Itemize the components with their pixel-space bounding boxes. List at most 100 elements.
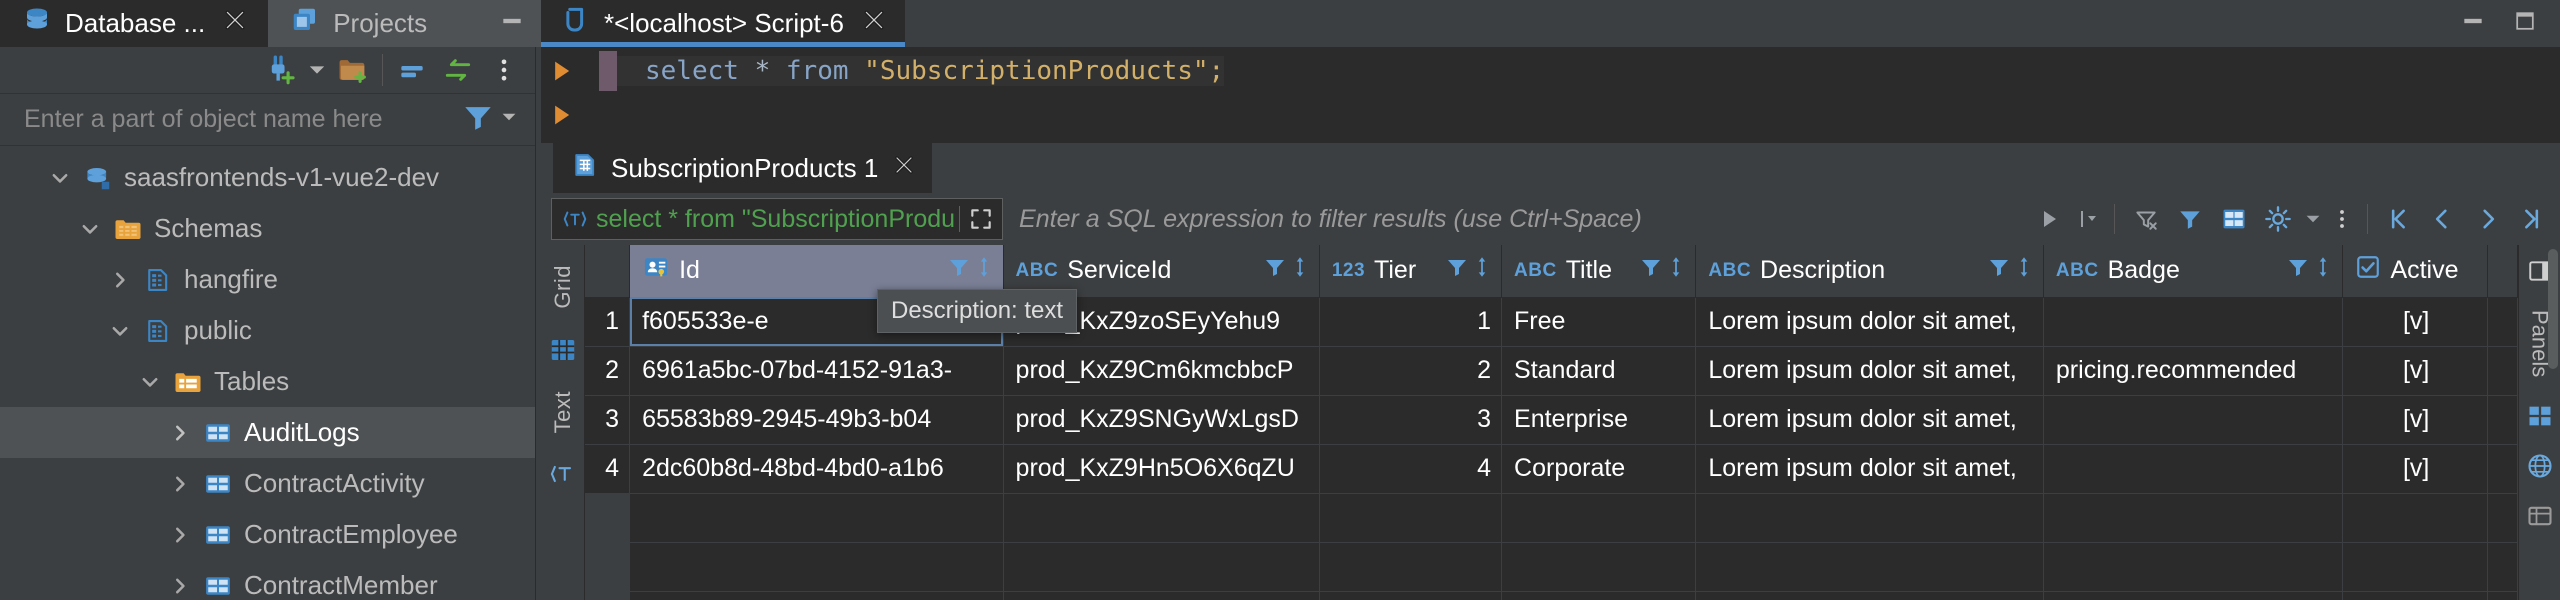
- tree-item-contractemployee[interactable]: ContractEmployee: [0, 509, 535, 560]
- search-input[interactable]: [24, 105, 461, 134]
- table-row[interactable]: 2 6961a5bc-07bd-4152-91a3- prod_KxZ9Cm6k…: [585, 346, 2518, 396]
- chevron-right-icon[interactable]: [168, 472, 192, 496]
- datasource-dropdown-icon[interactable]: [304, 50, 330, 90]
- cell-description[interactable]: Lorem ipsum dolor sit amet,: [1695, 444, 2044, 494]
- chevron-right-icon[interactable]: [108, 268, 132, 292]
- sort-icon[interactable]: [2015, 254, 2033, 287]
- column-filter-sort-controls[interactable]: [1263, 254, 1309, 287]
- cell-active[interactable]: [v]: [2342, 395, 2488, 445]
- tree-item-auditlogs[interactable]: AuditLogs: [0, 407, 535, 458]
- sync-icon[interactable]: [435, 50, 481, 90]
- cell-serviceid[interactable]: prod_KxZ9Hn5O6X6qZU: [1003, 444, 1320, 494]
- view-tab-text[interactable]: Text: [550, 377, 576, 447]
- column-header-overflow[interactable]: [2487, 245, 2518, 298]
- cell-title[interactable]: Free: [1501, 297, 1697, 347]
- tree-item-public[interactable]: public: [0, 305, 535, 356]
- table-row[interactable]: 1 f605533e-e prod_KxZ9zoSEyYehu9 1 Free …: [585, 297, 2518, 347]
- column-filter-sort-controls[interactable]: [1639, 254, 1685, 287]
- chevron-down-icon[interactable]: [501, 109, 517, 130]
- tree-item-contractmember[interactable]: ContractMember: [0, 560, 535, 600]
- cell-tier[interactable]: 2: [1319, 346, 1503, 396]
- column-header-badge[interactable]: ABC Badge: [2043, 245, 2344, 298]
- maximize-button[interactable]: [2512, 8, 2538, 39]
- column-header-tier[interactable]: 123 Tier: [1319, 245, 1503, 298]
- expand-editor-icon[interactable]: [959, 206, 1002, 232]
- filter-icon[interactable]: [2286, 255, 2310, 286]
- grid-vertical-scrollbar[interactable]: [2546, 245, 2560, 600]
- more-icon[interactable]: [2327, 198, 2357, 240]
- column-header-description[interactable]: ABC Description: [1695, 245, 2044, 298]
- chevron-down-icon[interactable]: [78, 217, 102, 241]
- prev-page-icon[interactable]: [2422, 198, 2464, 240]
- cell-id[interactable]: 2dc60b8d-48bd-4bd0-a1b6: [629, 444, 1004, 494]
- chevron-right-icon[interactable]: [168, 523, 192, 547]
- filter-icon[interactable]: [1987, 255, 2011, 286]
- minimize-button[interactable]: [499, 8, 525, 39]
- cell-tier[interactable]: 4: [1319, 444, 1503, 494]
- cell-badge[interactable]: [2043, 395, 2344, 445]
- filter-expression-field[interactable]: [1003, 198, 2022, 240]
- table-row[interactable]: 3 65583b89-2945-49b3-b04 prod_KxZ9SNGyWx…: [585, 395, 2518, 445]
- filter-icon[interactable]: [1639, 255, 1663, 286]
- cell-tier[interactable]: 3: [1319, 395, 1503, 445]
- view-tab-grid[interactable]: Grid: [550, 251, 576, 323]
- first-page-icon[interactable]: [2378, 198, 2420, 240]
- sort-icon[interactable]: [975, 254, 993, 287]
- column-header-active[interactable]: Active: [2342, 245, 2488, 298]
- text-view-icon[interactable]: [546, 457, 580, 491]
- chevron-down-icon[interactable]: [2301, 198, 2325, 240]
- sort-icon[interactable]: [1291, 254, 1309, 287]
- chevron-down-icon[interactable]: [138, 370, 162, 394]
- tab-projects[interactable]: Projects: [268, 0, 448, 47]
- new-datasource-icon[interactable]: [258, 50, 304, 90]
- run-options-dropdown-icon[interactable]: [2072, 198, 2104, 240]
- tree-item-tables[interactable]: Tables: [0, 356, 535, 407]
- results-grid[interactable]: Id ABC ServiceId 123 Tier ABC Title ABC …: [585, 245, 2518, 600]
- collapse-all-icon[interactable]: [389, 50, 435, 90]
- cell-badge[interactable]: pricing.recommended: [2043, 346, 2344, 396]
- sort-icon[interactable]: [1667, 254, 1685, 287]
- cell-serviceid[interactable]: prod_KxZ9Cm6kmcbbcP: [1003, 346, 1320, 396]
- cell-tier[interactable]: 1: [1319, 297, 1503, 347]
- grid-view-icon[interactable]: [546, 333, 580, 367]
- cell-badge[interactable]: [2043, 444, 2344, 494]
- cell-title[interactable]: Enterprise: [1501, 395, 1697, 445]
- page-settings-icon[interactable]: [2257, 198, 2299, 240]
- filter-icon[interactable]: [461, 100, 495, 139]
- filter-icon[interactable]: [1445, 255, 1469, 286]
- cell-title[interactable]: Corporate: [1501, 444, 1697, 494]
- sort-icon[interactable]: [1473, 254, 1491, 287]
- clear-filter-icon[interactable]: [2125, 198, 2167, 240]
- filter-input[interactable]: [1019, 204, 2022, 234]
- transpose-icon[interactable]: [2213, 198, 2255, 240]
- tree-item-hangfire[interactable]: hangfire: [0, 254, 535, 305]
- scrollbar-thumb[interactable]: [2548, 249, 2558, 369]
- tab-script-6[interactable]: *<localhost> Script-6: [541, 0, 905, 47]
- sort-icon[interactable]: [2314, 254, 2332, 287]
- cell-id[interactable]: 65583b89-2945-49b3-b04: [629, 395, 1004, 445]
- close-icon[interactable]: [861, 7, 887, 40]
- tree-item-saasfrontends-v1-vue2-dev[interactable]: saasfrontends-v1-vue2-dev: [0, 152, 535, 203]
- run-statement-icon-2[interactable]: [541, 101, 581, 129]
- run-statement-icon[interactable]: [541, 57, 581, 85]
- column-filter-sort-controls[interactable]: [2286, 254, 2332, 287]
- filter-icon[interactable]: [1263, 255, 1287, 286]
- cell-description[interactable]: Lorem ipsum dolor sit amet,: [1695, 395, 2044, 445]
- open-folder-icon[interactable]: [330, 50, 376, 90]
- cell-active[interactable]: [v]: [2342, 444, 2488, 494]
- column-filter-sort-controls[interactable]: [1445, 254, 1491, 287]
- cell-description[interactable]: Lorem ipsum dolor sit amet,: [1695, 346, 2044, 396]
- minimize-button[interactable]: [2460, 8, 2486, 39]
- tab-subscriptionproducts-1[interactable]: SubscriptionProducts 1: [553, 143, 933, 193]
- cell-serviceid[interactable]: prod_KxZ9SNGyWxLgsD: [1003, 395, 1320, 445]
- cell-id[interactable]: 6961a5bc-07bd-4152-91a3-: [629, 346, 1004, 396]
- table-row[interactable]: 4 2dc60b8d-48bd-4bd0-a1b6 prod_KxZ9Hn5O6…: [585, 444, 2518, 494]
- filter-source-sql[interactable]: select * from "SubscriptionProdu: [551, 198, 1004, 240]
- chevron-right-icon[interactable]: [168, 421, 192, 445]
- last-page-icon[interactable]: [2510, 198, 2552, 240]
- cell-title[interactable]: Standard: [1501, 346, 1697, 396]
- cell-active[interactable]: [v]: [2342, 297, 2488, 347]
- cell-badge[interactable]: [2043, 297, 2344, 347]
- cell-description[interactable]: Lorem ipsum dolor sit amet,: [1695, 297, 2044, 347]
- column-filter-sort-controls[interactable]: [1987, 254, 2033, 287]
